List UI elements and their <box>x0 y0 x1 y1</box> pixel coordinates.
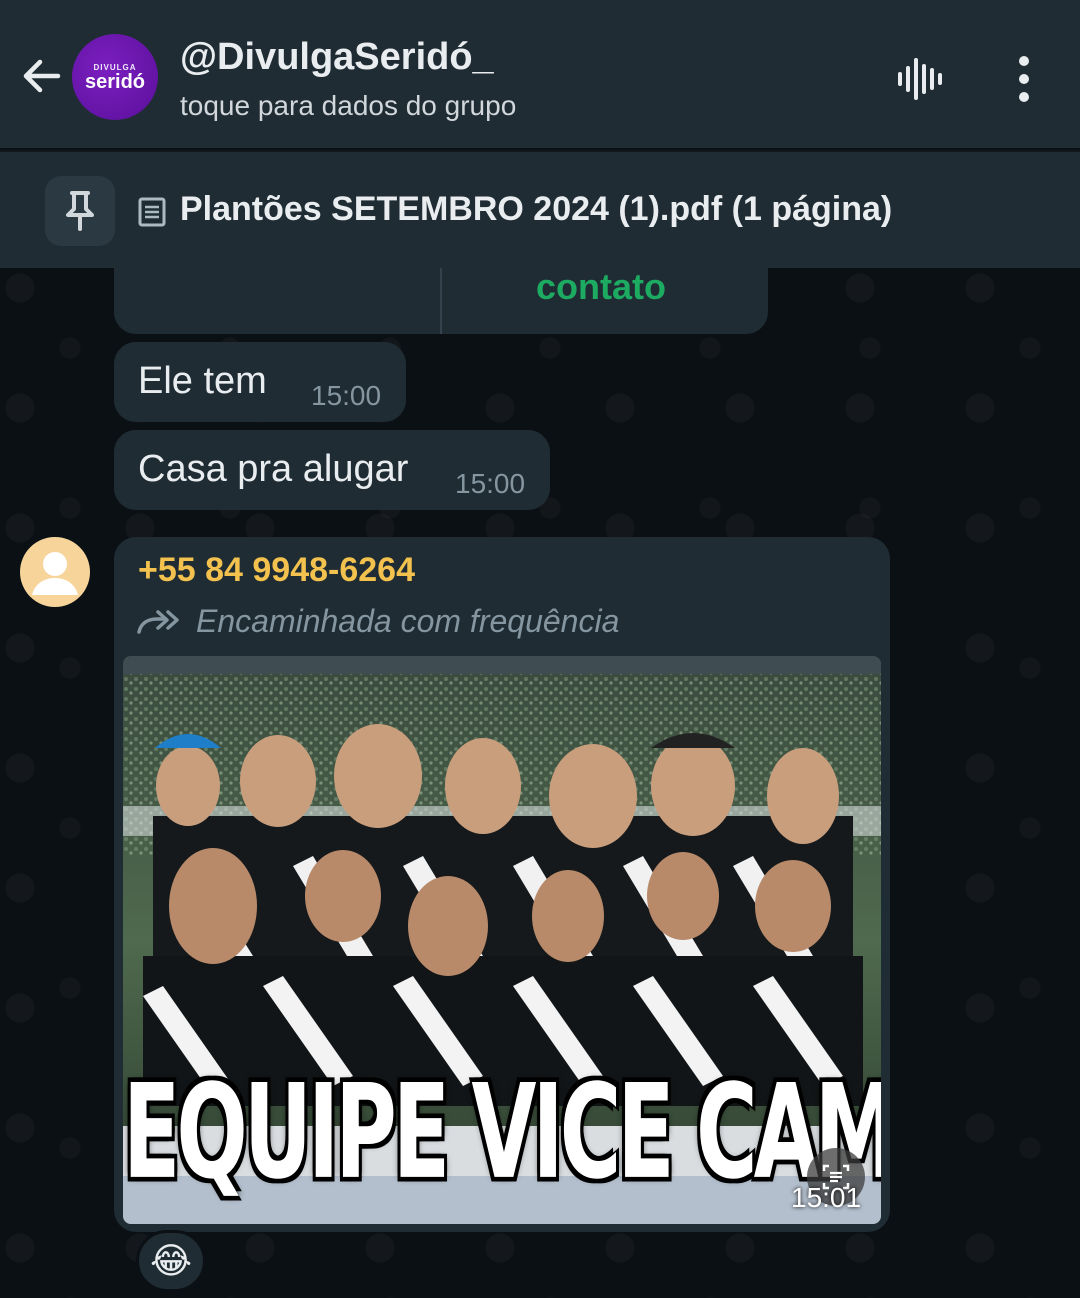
image-caption-text: EQUIPE VICE CAMPEÃ <box>123 1056 881 1208</box>
message-text: Casa pra alugar <box>138 448 409 490</box>
message-time: 15:00 <box>455 468 526 499</box>
message-time: 15:00 <box>311 380 382 411</box>
forwarded-icon <box>137 610 179 634</box>
pinned-message-text: Plantões SETEMBRO 2024 (1).pdf (1 página… <box>180 190 893 228</box>
forwarded-text: Encaminhada com frequência <box>196 602 620 639</box>
sender-name[interactable]: +55 84 9948-6264 <box>138 551 415 590</box>
voice-chat-icon[interactable] <box>893 52 947 106</box>
message-bubble[interactable]: Ele tem 15:00 <box>114 342 406 422</box>
avatar-logo-small: DIVULGA <box>93 62 137 72</box>
contact-card-bubble: contato <box>114 250 768 334</box>
contact-card-divider <box>440 268 442 334</box>
back-arrow-icon[interactable] <box>18 52 66 100</box>
forwarded-label: Encaminhada com frequência <box>136 601 619 641</box>
message-time: 15:01 <box>791 1182 862 1213</box>
more-options-icon[interactable] <box>1000 52 1048 106</box>
group-avatar[interactable]: DIVULGA seridó <box>72 34 158 120</box>
group-subtitle[interactable]: toque para dados do grupo <box>180 90 516 122</box>
contact-action-button[interactable]: contato <box>536 266 666 308</box>
chat-header: DIVULGA seridó @DivulgaSeridó_ toque par… <box>0 0 1080 148</box>
message-text: Ele tem <box>138 360 267 402</box>
group-title[interactable]: @DivulgaSeridó_ <box>180 36 494 79</box>
document-icon <box>138 197 166 227</box>
avatar-logo-big: seridó <box>84 70 146 93</box>
shared-image[interactable]: EQUIPE VICE CAMPEÃ 15:01 <box>123 656 881 1224</box>
sender-avatar[interactable] <box>20 537 90 607</box>
image-message-bubble[interactable]: +55 84 9948-6264 Encaminhada com frequên… <box>114 537 890 1232</box>
message-reaction[interactable]: 😂 <box>136 1230 206 1292</box>
message-bubble[interactable]: Casa pra alugar 15:00 <box>114 430 550 510</box>
pin-icon[interactable] <box>45 176 115 246</box>
